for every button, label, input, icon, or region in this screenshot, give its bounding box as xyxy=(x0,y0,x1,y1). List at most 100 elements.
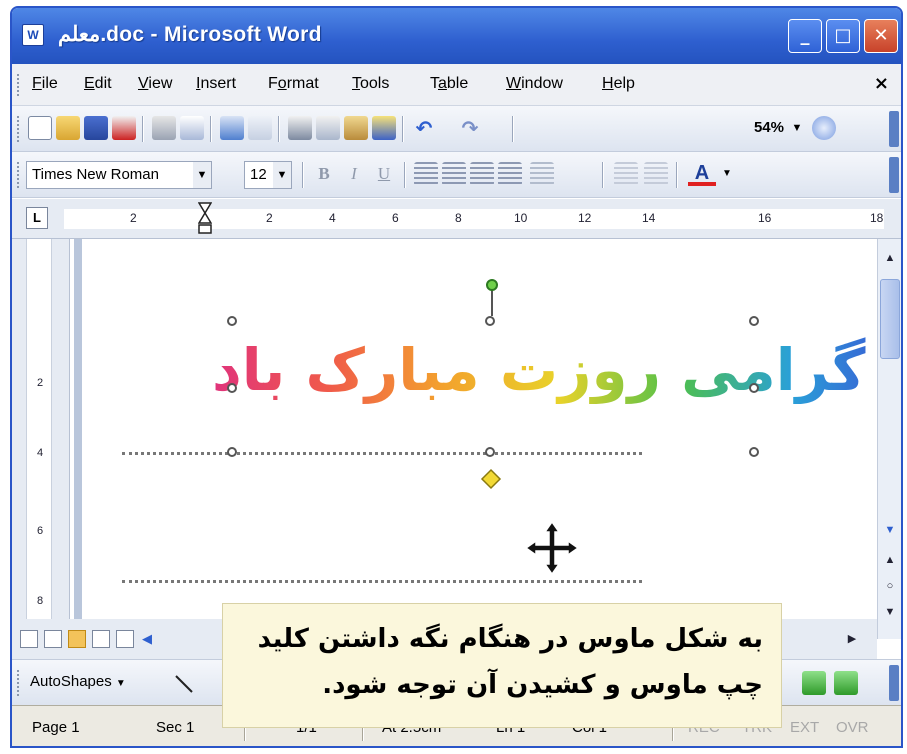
scroll-down-icon[interactable]: ▼ xyxy=(880,521,900,539)
adjust-handle-icon[interactable] xyxy=(480,468,502,490)
toolbar-separator xyxy=(404,162,406,188)
menu-insert[interactable]: Insert xyxy=(196,75,236,93)
align-left-icon[interactable] xyxy=(414,162,438,186)
bold-button[interactable]: B xyxy=(312,162,336,186)
scroll-left-icon[interactable]: ◀ xyxy=(142,630,160,648)
status-ovr[interactable]: OVR xyxy=(836,719,869,736)
print-preview-icon[interactable] xyxy=(180,116,204,140)
toolbar-options-icon[interactable] xyxy=(889,665,899,701)
menu-help-post: elp xyxy=(613,75,635,92)
normal-view-icon[interactable] xyxy=(20,630,38,648)
help-icon[interactable] xyxy=(812,116,836,140)
minimize-button[interactable]: _ xyxy=(788,19,822,53)
menu-format[interactable]: Format xyxy=(268,75,319,93)
maximize-button[interactable]: □ xyxy=(826,19,860,53)
spelling-icon[interactable] xyxy=(220,116,244,140)
line-spacing-icon[interactable] xyxy=(530,162,554,186)
resize-handle[interactable] xyxy=(749,316,759,326)
menu-table[interactable]: Table xyxy=(430,75,468,93)
research-icon[interactable] xyxy=(248,116,272,140)
rtl-icon[interactable] xyxy=(644,162,668,186)
window-title: معلم.doc - Microsoft Word xyxy=(58,23,322,46)
resize-handle[interactable] xyxy=(227,447,237,457)
menu-file[interactable]: File xyxy=(32,75,58,93)
permission-icon[interactable] xyxy=(112,116,136,140)
align-center-icon[interactable] xyxy=(442,162,466,186)
menu-grip[interactable] xyxy=(17,74,20,96)
toolbar-separator xyxy=(142,116,144,142)
paste-icon[interactable] xyxy=(344,116,368,140)
font-color-button[interactable]: A xyxy=(688,162,716,186)
word-document-icon[interactable]: W xyxy=(22,24,44,46)
menu-help[interactable]: Help xyxy=(602,75,635,93)
vertical-ruler-strip[interactable]: 2 4 6 8 xyxy=(26,239,52,619)
shadow-style-icon[interactable] xyxy=(802,671,826,695)
copy-icon[interactable] xyxy=(316,116,340,140)
chevron-down-icon[interactable]: ▼ xyxy=(193,162,211,188)
previous-page-icon[interactable]: ▲ xyxy=(880,551,900,569)
reading-layout-icon[interactable] xyxy=(116,630,134,648)
web-layout-icon[interactable] xyxy=(44,630,62,648)
ruler-strip[interactable]: 2 2 4 6 8 10 12 14 16 18 xyxy=(64,209,884,229)
title-bar[interactable]: W معلم.doc - Microsoft Word _ □ ✕ xyxy=(12,8,901,64)
outline-view-icon[interactable] xyxy=(92,630,110,648)
document-page[interactable] xyxy=(70,239,877,619)
font-size-combo[interactable]: 12 ▼ xyxy=(244,161,292,189)
new-icon[interactable] xyxy=(28,116,52,140)
line-tool-icon[interactable] xyxy=(174,674,194,694)
next-page-icon[interactable]: ▼ xyxy=(880,603,900,621)
rotate-handle-icon[interactable] xyxy=(482,278,502,320)
font-name-combo[interactable]: Times New Roman ▼ xyxy=(26,161,212,189)
close-button[interactable]: ✕ xyxy=(864,19,898,53)
vertical-ruler[interactable]: 2 4 6 8 xyxy=(12,239,70,619)
justify-icon[interactable] xyxy=(498,162,522,186)
ruler-tick: 2 xyxy=(266,211,273,225)
menu-tools[interactable]: Tools xyxy=(352,75,389,93)
toolbar-grip[interactable] xyxy=(17,116,20,142)
ruler-tick: 4 xyxy=(329,211,336,225)
status-ext[interactable]: EXT xyxy=(790,719,819,736)
autoshapes-menu[interactable]: AutoShapes ▼ xyxy=(30,673,126,690)
undo-icon[interactable]: ↶ xyxy=(412,116,436,140)
resize-handle[interactable] xyxy=(485,447,495,457)
horizontal-ruler[interactable]: L 2 2 4 6 8 10 12 14 16 18 xyxy=(12,199,901,239)
menu-edit[interactable]: Edit xyxy=(84,75,112,93)
italic-button[interactable]: I xyxy=(342,162,366,186)
ltr-icon[interactable] xyxy=(614,162,638,186)
chevron-down-icon[interactable]: ▼ xyxy=(273,162,291,188)
underline-button[interactable]: U xyxy=(372,162,396,186)
scroll-right-icon[interactable]: ▶ xyxy=(842,630,862,648)
resize-handle[interactable] xyxy=(749,447,759,457)
zoom-combo[interactable]: 54% ▼ xyxy=(730,115,806,143)
resize-handle[interactable] xyxy=(227,383,237,393)
menu-window[interactable]: Window xyxy=(506,75,563,93)
print-layout-icon[interactable] xyxy=(68,630,86,648)
3d-style-icon[interactable] xyxy=(834,671,858,695)
close-document-button[interactable]: × xyxy=(874,73,889,94)
resize-handle[interactable] xyxy=(227,316,237,326)
scrollbar-thumb[interactable] xyxy=(880,279,900,359)
chevron-down-icon[interactable]: ▼ xyxy=(788,115,806,143)
toolbar-grip[interactable] xyxy=(17,670,20,696)
redo-icon[interactable]: ↷ xyxy=(458,116,482,140)
selection-dashed-line xyxy=(122,452,642,455)
wordart-text[interactable]: معلم گرامی روزت مبارک باد xyxy=(212,336,901,404)
menu-view[interactable]: View xyxy=(138,75,172,93)
toolbar-grip[interactable] xyxy=(17,162,20,188)
cut-icon[interactable] xyxy=(288,116,312,140)
toolbar-options-icon[interactable] xyxy=(889,111,899,147)
select-browse-object-icon[interactable]: ○ xyxy=(880,577,900,595)
print-icon[interactable] xyxy=(152,116,176,140)
toolbar-options-icon[interactable] xyxy=(889,157,899,193)
open-icon[interactable] xyxy=(56,116,80,140)
resize-handle[interactable] xyxy=(749,383,759,393)
align-right-icon[interactable] xyxy=(470,162,494,186)
tab-selector[interactable]: L xyxy=(26,207,48,229)
vruler-tick: 2 xyxy=(36,377,44,389)
chevron-down-icon[interactable]: ▼ xyxy=(720,162,734,186)
save-icon[interactable] xyxy=(84,116,108,140)
scroll-up-icon[interactable]: ▲ xyxy=(880,249,900,267)
format-painter-icon[interactable] xyxy=(372,116,396,140)
vertical-scrollbar[interactable]: ▲ ▼ ▲ ○ ▼ xyxy=(877,239,901,639)
indent-marker-icon[interactable] xyxy=(198,201,212,235)
